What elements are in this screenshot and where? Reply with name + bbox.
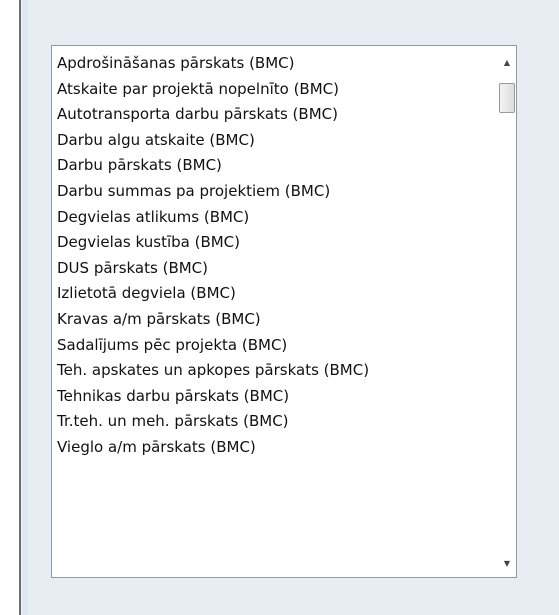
list-item[interactable]: Darbu algu atskaite (BMC) (52, 128, 498, 154)
report-list: Apdrošināšanas pārskats (BMC) Atskaite p… (52, 46, 498, 577)
list-item[interactable]: Izlietotā degviela (BMC) (52, 281, 498, 307)
scroll-up-arrow-icon[interactable]: ▲ (498, 50, 516, 74)
scroll-thumb[interactable] (499, 83, 515, 113)
list-item[interactable]: DUS pārskats (BMC) (52, 256, 498, 282)
list-item[interactable]: Autotransporta darbu pārskats (BMC) (52, 102, 498, 128)
list-item[interactable]: Tr.teh. un meh. pārskats (BMC) (52, 409, 498, 435)
list-item[interactable]: Darbu pārskats (BMC) (52, 153, 498, 179)
list-item[interactable]: Teh. apskates un apkopes pārskats (BMC) (52, 358, 498, 384)
dialog-edge (23, 0, 28, 615)
list-item[interactable]: Apdrošināšanas pārskats (BMC) (52, 51, 498, 77)
list-item[interactable]: Kravas a/m pārskats (BMC) (52, 307, 498, 333)
list-item[interactable]: Tehnikas darbu pārskats (BMC) (52, 384, 498, 410)
list-item[interactable]: Sadalījums pēc projekta (BMC) (52, 333, 498, 359)
left-margin (0, 0, 19, 615)
report-listbox[interactable]: Apdrošināšanas pārskats (BMC) Atskaite p… (51, 45, 517, 578)
list-item[interactable]: Atskaite par projektā nopelnīto (BMC) (52, 77, 498, 103)
list-item[interactable]: Darbu summas pa projektiem (BMC) (52, 179, 498, 205)
list-item[interactable]: Degvielas atlikums (BMC) (52, 205, 498, 231)
list-item[interactable]: Degvielas kustība (BMC) (52, 230, 498, 256)
vertical-scrollbar[interactable]: ▲ ▼ (498, 46, 516, 577)
scroll-down-arrow-icon[interactable]: ▼ (498, 551, 516, 575)
list-item[interactable]: Vieglo a/m pārskats (BMC) (52, 435, 498, 461)
